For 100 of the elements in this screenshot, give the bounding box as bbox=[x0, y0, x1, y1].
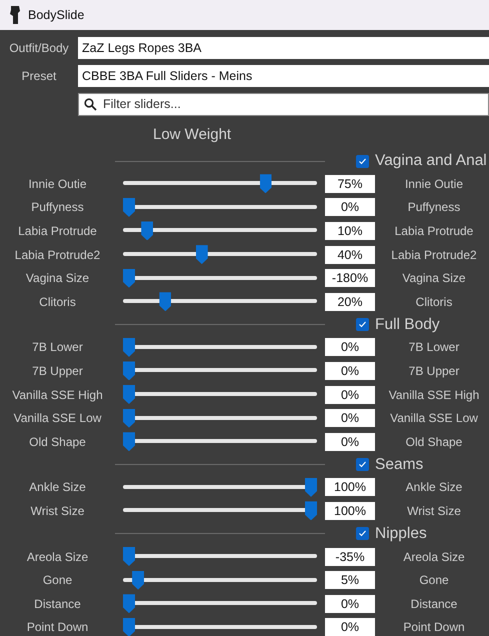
group-checkbox[interactable] bbox=[356, 318, 369, 332]
value-field[interactable]: 0% bbox=[325, 386, 375, 404]
slider-label: Gone bbox=[418, 573, 450, 588]
slider[interactable] bbox=[123, 432, 317, 452]
slider-thumb[interactable] bbox=[141, 221, 154, 240]
value-field[interactable]: -180% bbox=[325, 269, 375, 288]
slider-label: Areola Size bbox=[402, 550, 466, 564]
value-field[interactable]: 75% bbox=[325, 174, 375, 193]
outfit-body-label: Outfit/Body bbox=[8, 41, 70, 55]
check-icon bbox=[358, 529, 367, 538]
slider-thumb[interactable] bbox=[123, 547, 135, 566]
group-title: Full Body bbox=[375, 316, 440, 334]
value-field[interactable]: 100% bbox=[325, 478, 375, 496]
value-field[interactable]: 0% bbox=[325, 409, 375, 428]
slider-label: Ankle Size bbox=[28, 480, 87, 494]
slider[interactable] bbox=[123, 408, 317, 428]
value-field[interactable]: 0% bbox=[325, 362, 375, 380]
slider-label: Point Down bbox=[26, 620, 90, 634]
slider-thumb[interactable] bbox=[123, 432, 135, 452]
slider-label: Puffyness bbox=[30, 200, 85, 214]
slider-label: Wrist Size bbox=[406, 504, 462, 518]
slider-thumb[interactable] bbox=[305, 478, 317, 497]
slider-thumb[interactable] bbox=[305, 501, 317, 520]
slider[interactable] bbox=[123, 268, 317, 288]
slider-label: Ankle Size bbox=[404, 480, 464, 494]
slider-thumb[interactable] bbox=[196, 245, 208, 264]
slider[interactable] bbox=[123, 338, 317, 357]
slider[interactable] bbox=[123, 292, 317, 312]
slider[interactable] bbox=[123, 618, 317, 636]
value-field[interactable]: 0% bbox=[325, 198, 375, 216]
slider-label: Innie Outie bbox=[404, 176, 464, 191]
value-field[interactable]: 0% bbox=[325, 618, 375, 636]
slider-thumb[interactable] bbox=[123, 268, 135, 288]
group-checkbox[interactable] bbox=[356, 527, 369, 540]
group-checkbox[interactable] bbox=[356, 154, 369, 168]
slider-label: Puffyness bbox=[406, 200, 462, 214]
slider-label: Vanilla SSE High bbox=[388, 388, 480, 402]
slider-label: Labia Protrude2 bbox=[14, 248, 102, 262]
slider-label: Gone bbox=[42, 573, 74, 588]
slider-label: 7B Upper bbox=[408, 364, 460, 378]
slider-label: Vagina Size bbox=[24, 271, 90, 286]
value-field[interactable]: 40% bbox=[325, 246, 375, 264]
slider-label: 7B Lower bbox=[31, 340, 84, 354]
slider[interactable] bbox=[123, 361, 317, 380]
slider[interactable] bbox=[123, 245, 317, 264]
slider-label: Labia Protrude2 bbox=[390, 248, 478, 262]
slider-label: 7B Upper bbox=[31, 364, 84, 378]
slider[interactable] bbox=[123, 385, 317, 404]
slider-label: Labia Protrude bbox=[17, 224, 98, 238]
column-heading: Low Weight bbox=[153, 126, 232, 142]
slider-label: 7B Lower bbox=[408, 340, 460, 354]
outfit-body-dropdown[interactable]: ZaZ Legs Ropes 3BA bbox=[78, 37, 489, 59]
slider-label: Distance bbox=[33, 596, 82, 611]
slider-label: Innie Outie bbox=[27, 176, 88, 191]
value-field[interactable]: 100% bbox=[325, 502, 375, 520]
value-field[interactable]: 10% bbox=[325, 222, 375, 240]
slider-label: Old Shape bbox=[404, 434, 464, 449]
slider[interactable] bbox=[123, 174, 317, 194]
figure-icon bbox=[8, 6, 22, 24]
slider[interactable] bbox=[123, 547, 317, 566]
value-field[interactable]: 0% bbox=[325, 594, 375, 613]
value-field[interactable]: -35% bbox=[325, 548, 375, 566]
slider-thumb[interactable] bbox=[123, 198, 135, 217]
check-icon bbox=[358, 320, 367, 330]
preset-dropdown[interactable]: CBBE 3BA Full Sliders - Meins bbox=[78, 65, 489, 87]
value-field[interactable]: 20% bbox=[325, 292, 375, 311]
slider[interactable] bbox=[123, 221, 317, 240]
slider-label: Distance bbox=[410, 596, 458, 611]
slider-thumb[interactable] bbox=[132, 570, 144, 590]
slider-thumb[interactable] bbox=[123, 408, 135, 428]
slider-thumb[interactable] bbox=[159, 292, 172, 312]
preset-label: Preset bbox=[20, 69, 58, 83]
slider[interactable] bbox=[123, 570, 317, 590]
filter-field[interactable]: Filter sliders... bbox=[78, 92, 489, 116]
value-field[interactable]: 5% bbox=[325, 571, 375, 590]
slider-thumb[interactable] bbox=[123, 361, 135, 380]
group-title: Seams bbox=[375, 456, 424, 474]
slider-label: Clitoris bbox=[38, 294, 77, 309]
slider-label: Wrist Size bbox=[30, 504, 86, 518]
slider-label: Old Shape bbox=[28, 434, 87, 449]
slider-label: Labia Protrude bbox=[394, 224, 474, 238]
group-title: Vagina and Anal bbox=[375, 152, 487, 170]
check-icon bbox=[358, 460, 367, 470]
slider-thumb[interactable] bbox=[260, 174, 272, 194]
slider-thumb[interactable] bbox=[123, 618, 135, 636]
slider[interactable] bbox=[123, 198, 317, 217]
window-title: BodySlide bbox=[28, 8, 84, 22]
slider-thumb[interactable] bbox=[123, 385, 135, 404]
value-field[interactable]: 0% bbox=[325, 338, 375, 356]
slider[interactable] bbox=[123, 478, 317, 497]
slider-label: Areola Size bbox=[26, 550, 90, 564]
slider[interactable] bbox=[123, 594, 317, 614]
slider-label: Vanilla SSE Low bbox=[389, 411, 479, 426]
slider[interactable] bbox=[123, 501, 317, 520]
slider-thumb[interactable] bbox=[123, 594, 135, 614]
slider-thumb[interactable] bbox=[123, 338, 135, 357]
slider-label: Vagina Size bbox=[401, 271, 467, 286]
value-field[interactable]: 0% bbox=[325, 432, 375, 451]
group-checkbox[interactable] bbox=[356, 458, 369, 472]
search-icon bbox=[84, 98, 97, 110]
